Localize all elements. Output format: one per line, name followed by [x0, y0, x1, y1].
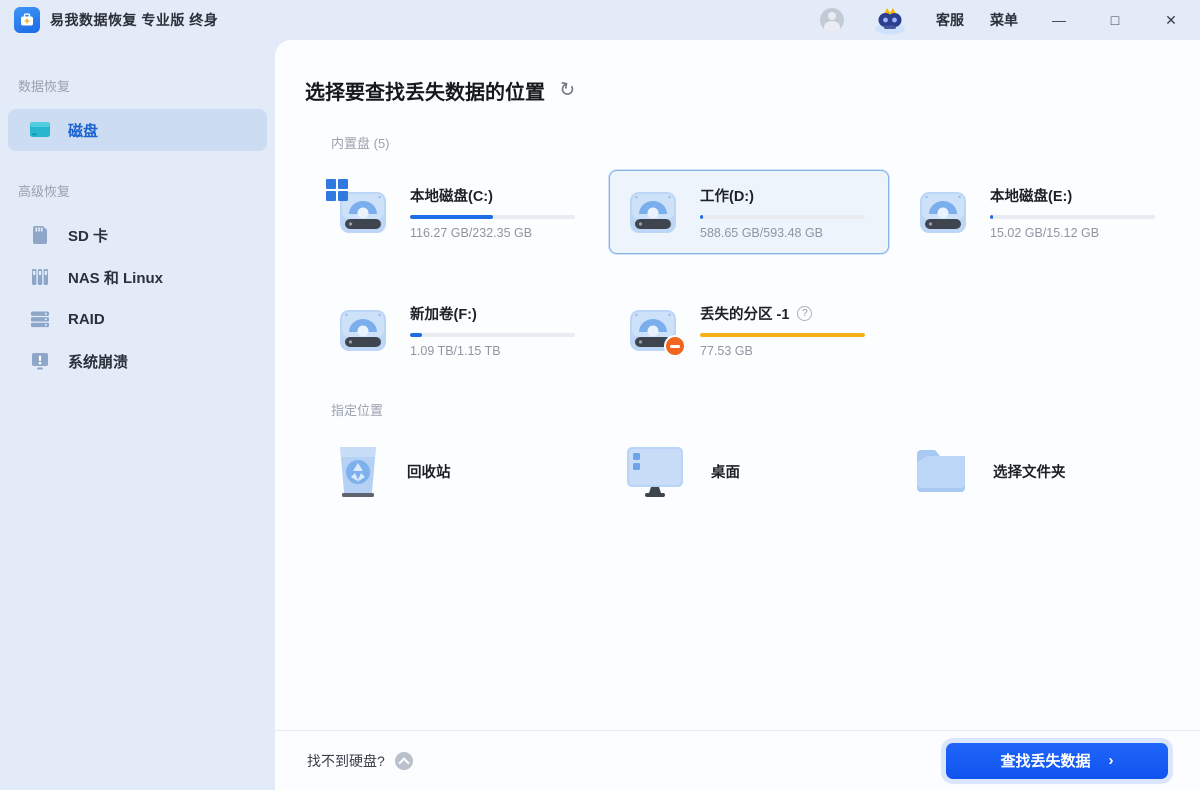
drive-size: 15.02 GB/15.12 GB: [990, 226, 1164, 240]
help-icon[interactable]: ?: [797, 306, 812, 321]
drive-card-f[interactable]: 新加卷(F:) 1.09 TB/1.15 TB: [319, 288, 599, 372]
location-desktop[interactable]: 桌面: [609, 437, 889, 505]
drive-name: 新加卷(F:): [410, 303, 584, 324]
sidebar-item-sd-card[interactable]: SD 卡: [8, 214, 267, 256]
internal-disks-label: 内置盘 (5): [331, 133, 1200, 152]
drive-name: 丢失的分区 -1 ?: [700, 303, 874, 324]
drive-size: 116.27 GB/232.35 GB: [410, 226, 584, 240]
locations-label: 指定位置: [331, 400, 1200, 419]
system-crash-icon: [28, 349, 52, 373]
page-title: 选择要查找丢失数据的位置: [305, 76, 545, 105]
hard-drive-icon: [624, 183, 682, 241]
hard-drive-icon: [334, 301, 392, 359]
drive-card-grid: 本地磁盘(C:) 116.27 GB/232.35 GB: [319, 170, 1200, 372]
location-recycle-bin[interactable]: 回收站: [319, 437, 599, 505]
main-panel: 选择要查找丢失数据的位置 ↻ 内置盘 (5) 本地磁盘(C:): [275, 40, 1200, 790]
drive-name: 本地磁盘(C:): [410, 185, 584, 206]
drive-card-lost-partition[interactable]: 丢失的分区 -1 ? 77.53 GB: [609, 288, 889, 372]
maximize-button[interactable]: □: [1100, 12, 1130, 28]
raid-array-icon: [28, 307, 52, 331]
sidebar-item-system-crash[interactable]: 系统崩溃: [8, 340, 267, 382]
drive-size: 588.65 GB/593.48 GB: [700, 226, 874, 240]
user-avatar[interactable]: [820, 8, 844, 32]
location-select-folder[interactable]: 选择文件夹: [899, 437, 1179, 505]
capacity-bar: [410, 333, 575, 337]
windows-badge-icon: [326, 179, 348, 201]
disk-icon: [28, 118, 52, 142]
assistant-mascot-icon[interactable]: [870, 5, 910, 35]
app-logo-icon: [14, 7, 40, 33]
support-link[interactable]: 客服: [936, 10, 964, 30]
sidebar-item-nas-linux[interactable]: NAS 和 Linux: [8, 256, 267, 298]
chevron-up-circle-icon: [395, 752, 413, 770]
menu-link[interactable]: 菜单: [990, 10, 1018, 30]
sidebar-item-label: NAS 和 Linux: [68, 267, 163, 288]
scan-lost-data-button[interactable]: 查找丢失数据 ›: [946, 743, 1168, 779]
sd-card-icon: [28, 223, 52, 247]
sidebar-section-advanced-recovery: 高级恢复: [0, 181, 275, 200]
sidebar: 数据恢复 磁盘 高级恢复 SD 卡: [0, 40, 275, 790]
drive-size: 77.53 GB: [700, 344, 874, 358]
lost-partition-badge-icon: [664, 335, 686, 357]
drive-name: 本地磁盘(E:): [990, 185, 1164, 206]
recycle-bin-icon: [333, 443, 383, 499]
cant-find-drive-link[interactable]: 找不到硬盘?: [307, 751, 413, 771]
hard-drive-icon: [914, 183, 972, 241]
drive-name: 工作(D:): [700, 185, 874, 206]
capacity-bar: [700, 215, 865, 219]
drive-card-d[interactable]: 工作(D:) 588.65 GB/593.48 GB: [609, 170, 889, 254]
locations-row: 回收站 桌面 选择文件夹: [319, 437, 1200, 505]
sidebar-item-label: 磁盘: [68, 120, 98, 141]
capacity-bar: [990, 215, 1155, 219]
capacity-bar: [410, 215, 575, 219]
desktop-icon: [623, 443, 687, 499]
sidebar-item-disk[interactable]: 磁盘: [8, 109, 267, 151]
sidebar-item-label: 系统崩溃: [68, 351, 128, 372]
location-label: 桌面: [711, 461, 740, 482]
location-label: 选择文件夹: [993, 461, 1066, 482]
location-label: 回收站: [407, 461, 451, 482]
arrow-right-icon: ›: [1109, 752, 1114, 769]
title-bar: 易我数据恢复 专业版 终身 客服 菜单 — □ ✕: [0, 0, 1200, 40]
minimize-button[interactable]: —: [1044, 12, 1074, 28]
sidebar-item-raid[interactable]: RAID: [8, 298, 267, 340]
cant-find-drive-text: 找不到硬盘?: [307, 751, 385, 771]
drive-card-e[interactable]: 本地磁盘(E:) 15.02 GB/15.12 GB: [899, 170, 1179, 254]
sidebar-item-label: RAID: [68, 311, 105, 328]
window-title: 易我数据恢复 专业版 终身: [50, 10, 218, 30]
drive-card-c[interactable]: 本地磁盘(C:) 116.27 GB/232.35 GB: [319, 170, 599, 254]
close-button[interactable]: ✕: [1156, 12, 1186, 29]
drive-size: 1.09 TB/1.15 TB: [410, 344, 584, 358]
footer-bar: 找不到硬盘? 查找丢失数据 ›: [275, 730, 1200, 790]
refresh-icon[interactable]: ↻: [557, 78, 577, 103]
nas-server-icon: [28, 265, 52, 289]
capacity-bar: [700, 333, 865, 337]
folder-icon: [913, 446, 969, 496]
sidebar-section-data-recovery: 数据恢复: [0, 76, 275, 95]
sidebar-item-label: SD 卡: [68, 225, 108, 246]
